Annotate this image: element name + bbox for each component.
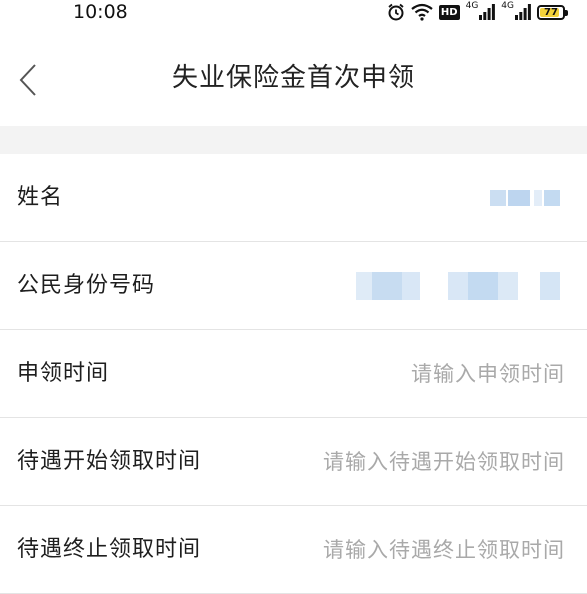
form-row-benefit-start-time[interactable]: 待遇开始领取时间 — [0, 418, 587, 506]
status-icons: HD 4G 4G 77 — [387, 0, 568, 22]
application-form: 姓名 公民身份号码 申领时间 待遇开始领取时间 待遇终止领取时间 — [0, 154, 587, 594]
benefit-start-time-input[interactable] — [245, 440, 565, 484]
nav-bar: 失业保险金首次申领 — [0, 30, 587, 126]
wifi-icon — [411, 3, 433, 21]
name-value-masked — [490, 154, 560, 242]
battery-icon: 77 — [537, 4, 568, 20]
alarm-icon — [387, 3, 405, 21]
form-row-name: 姓名 — [0, 154, 587, 242]
id-number-value-masked — [356, 242, 560, 330]
benefit-start-time-label: 待遇开始领取时间 — [17, 449, 202, 474]
id-number-label: 公民身份号码 — [17, 273, 156, 298]
form-row-benefit-end-time[interactable]: 待遇终止领取时间 — [0, 506, 587, 594]
signal-4g-icon: 4G — [465, 0, 496, 20]
hd-label: HD — [438, 4, 460, 20]
signal-4g-icon: 4G — [501, 0, 531, 20]
apply-time-label: 申领时间 — [17, 361, 110, 386]
status-time: 10:08 — [73, 1, 128, 23]
signal-label: 4G — [501, 0, 514, 11]
hd-icon: HD — [438, 4, 460, 20]
name-label: 姓名 — [17, 185, 64, 210]
benefit-end-time-label: 待遇终止领取时间 — [17, 537, 202, 562]
section-gap — [0, 126, 587, 154]
signal-label: 4G — [465, 0, 479, 11]
benefit-end-time-input[interactable] — [245, 528, 565, 572]
apply-time-input[interactable] — [245, 352, 565, 396]
form-row-apply-time[interactable]: 申领时间 — [0, 330, 587, 418]
status-bar: 10:08 HD 4G 4G 77 — [0, 0, 587, 30]
page-title: 失业保险金首次申领 — [171, 63, 415, 93]
form-row-id-number: 公民身份号码 — [0, 242, 587, 330]
battery-level: 77 — [544, 6, 558, 18]
